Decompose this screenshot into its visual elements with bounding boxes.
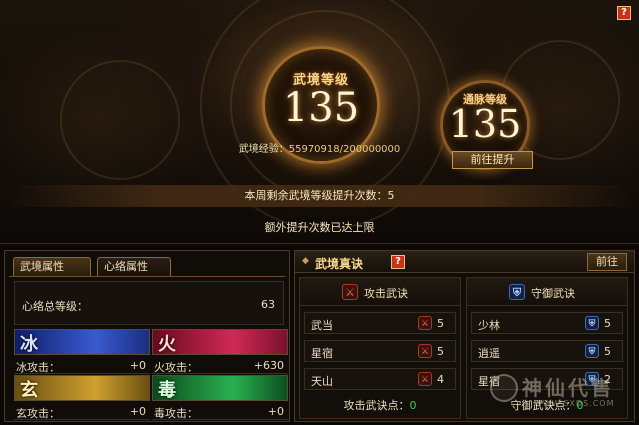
meridian-total-level: 心络总等级： 63 bbox=[14, 281, 284, 325]
defense-secrets-column: ⛨ 守御武诀 少林 ⛨ 5 逍遥 ⛨ 5 星宿 ⛨ 2 守御武诀点：0 bbox=[466, 277, 628, 419]
go-upgrade-button[interactable]: 前往提升 bbox=[452, 151, 533, 169]
tab-divider bbox=[9, 276, 285, 277]
shield-rune-icon: ⛨ bbox=[585, 344, 599, 358]
go-button[interactable]: 前往 bbox=[587, 253, 627, 271]
weekly-upgrades-remaining: 本周剩余武境等级提升次数：5 bbox=[0, 185, 639, 207]
realm-overview: ? 武境等级 135 通脉等级 135 武境经验：55970918/200000… bbox=[0, 0, 639, 244]
tab-meridian-attributes[interactable]: 心络属性 bbox=[97, 257, 171, 276]
bottom-panels: 武境属性 心络属性 心络总等级： 63 冰 冰攻击： +0 火 火攻击： +63… bbox=[0, 246, 639, 425]
ice-glyph: 冰 bbox=[20, 334, 38, 355]
swirl-decoration bbox=[60, 60, 180, 180]
defense-points-value: 0 bbox=[576, 399, 584, 412]
defense-secret-points: 守御武诀点：0 bbox=[467, 397, 627, 413]
defense-secret-row[interactable]: 星宿 ⛨ 2 bbox=[471, 368, 623, 390]
fire-attack-stat: 火 火攻击： +630 bbox=[152, 329, 288, 377]
defense-secret-row[interactable]: 逍遥 ⛨ 5 bbox=[471, 340, 623, 362]
xuan-attack-stat: 玄 玄攻击： +0 bbox=[14, 375, 150, 423]
defense-secret-level: 5 bbox=[604, 317, 611, 330]
attack-secrets-title: 攻击武诀 bbox=[364, 287, 408, 300]
attack-rune-icon: ⚔ bbox=[418, 344, 432, 358]
ice-attack-value: +0 bbox=[129, 359, 146, 372]
defense-secret-name: 少林 bbox=[478, 319, 500, 332]
attribute-panel: 武境属性 心络属性 心络总等级： 63 冰 冰攻击： +0 火 火攻击： +63… bbox=[4, 250, 290, 422]
attack-secret-name: 天山 bbox=[311, 375, 333, 388]
defense-secret-name: 星宿 bbox=[478, 375, 500, 388]
defense-secret-level: 2 bbox=[604, 373, 611, 386]
attack-rune-icon: ⚔ bbox=[418, 372, 432, 386]
attack-secret-row[interactable]: 武当 ⚔ 5 bbox=[304, 312, 456, 334]
fire-glyph: 火 bbox=[158, 334, 176, 355]
attack-secret-name: 武当 bbox=[311, 319, 333, 332]
defense-points-label: 守御武诀点： bbox=[510, 399, 577, 412]
help-button[interactable]: ? bbox=[617, 6, 631, 20]
shield-rune-icon: ⛨ bbox=[585, 316, 599, 330]
poison-glyph: 毒 bbox=[158, 380, 176, 401]
ice-attack-stat: 冰 冰攻击： +0 bbox=[14, 329, 150, 377]
realm-exp-label: 武境经验： bbox=[238, 144, 289, 155]
realm-secrets-panel: ◆ 武境真诀 ? 前往 ⚔ 攻击武诀 武当 ⚔ 5 星宿 ⚔ 5 天山 ⚔ 4 … bbox=[294, 250, 635, 422]
attack-points-value: 0 bbox=[409, 399, 417, 412]
realm-secrets-help-button[interactable]: ? bbox=[391, 255, 405, 269]
attack-secrets-header: ⚔ 攻击武诀 bbox=[300, 278, 460, 306]
extra-upgrade-limit-notice: 额外提升次数已达上限 bbox=[264, 221, 375, 234]
tab-realm-attributes[interactable]: 武境属性 bbox=[13, 257, 91, 276]
defense-secrets-title: 守御武诀 bbox=[531, 287, 575, 300]
defense-secret-level: 5 bbox=[604, 345, 611, 358]
attack-secret-level: 5 bbox=[437, 317, 444, 330]
divider bbox=[14, 373, 150, 374]
defense-secrets-header: ⛨ 守御武诀 bbox=[467, 278, 627, 306]
attack-secret-row[interactable]: 星宿 ⚔ 5 bbox=[304, 340, 456, 362]
meridian-total-value: 63 bbox=[261, 298, 275, 311]
divider bbox=[152, 373, 288, 374]
attack-secret-level: 4 bbox=[437, 373, 444, 386]
attack-secret-level: 5 bbox=[437, 345, 444, 358]
defense-secret-name: 逍遥 bbox=[478, 347, 500, 360]
shield-rune-icon: ⛨ bbox=[509, 284, 525, 300]
attack-points-label: 攻击武诀点： bbox=[343, 399, 410, 412]
defense-secret-row[interactable]: 少林 ⛨ 5 bbox=[471, 312, 623, 334]
poison-attack-value: +0 bbox=[267, 405, 284, 418]
attack-rune-icon: ⚔ bbox=[418, 316, 432, 330]
realm-exp-value: 55970918/200000000 bbox=[288, 144, 401, 155]
realm-exp: 武境经验：55970918/200000000 bbox=[0, 140, 639, 155]
fire-attack-value: +630 bbox=[253, 359, 284, 372]
xuan-glyph: 玄 bbox=[20, 380, 38, 401]
xuan-attack-value: +0 bbox=[129, 405, 146, 418]
poison-attack-stat: 毒 毒攻击： +0 bbox=[152, 375, 288, 423]
attack-secret-name: 星宿 bbox=[311, 347, 333, 360]
realm-secrets-title: 武境真诀 bbox=[315, 257, 364, 271]
divider bbox=[152, 419, 288, 420]
meridian-total-label: 心络总等级： bbox=[22, 300, 88, 313]
divider bbox=[14, 419, 150, 420]
realm-level-value: 135 bbox=[282, 85, 360, 131]
realm-secrets-header: ◆ 武境真诀 ? 前往 bbox=[295, 251, 634, 273]
attack-secrets-column: ⚔ 攻击武诀 武当 ⚔ 5 星宿 ⚔ 5 天山 ⚔ 4 攻击武诀点：0 bbox=[299, 277, 461, 419]
attack-secret-points: 攻击武诀点：0 bbox=[300, 397, 460, 413]
attack-rune-icon: ⚔ bbox=[342, 284, 358, 300]
diamond-bullet-icon: ◆ bbox=[302, 256, 309, 266]
shield-rune-icon: ⛨ bbox=[585, 372, 599, 386]
attack-secret-row[interactable]: 天山 ⚔ 4 bbox=[304, 368, 456, 390]
